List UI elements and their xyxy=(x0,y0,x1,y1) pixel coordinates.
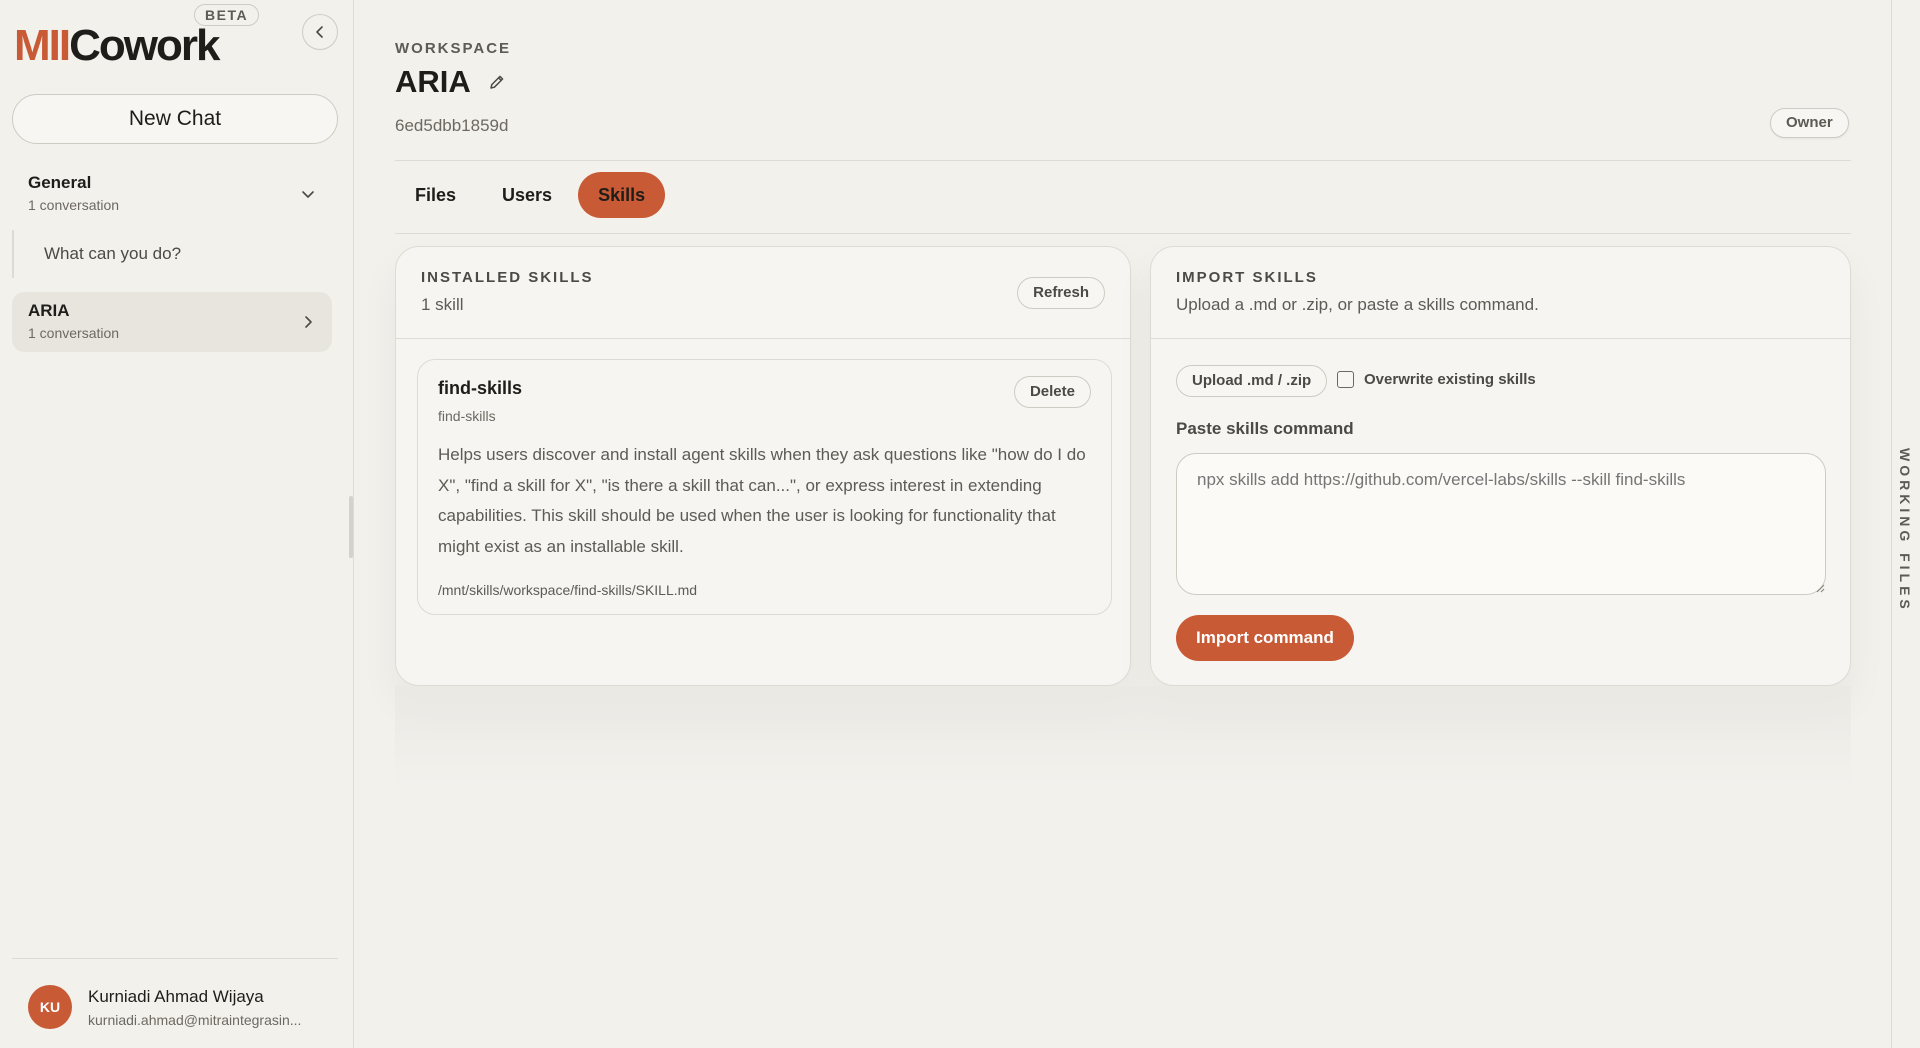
paste-command-label: Paste skills command xyxy=(1176,419,1354,438)
chevron-down-icon xyxy=(302,191,314,198)
group-general[interactable]: General 1 conversation xyxy=(12,164,332,224)
panel-subtitle: Upload a .md or .zip, or paste a skills … xyxy=(1176,295,1539,314)
panel-title: IMPORT SKILLS xyxy=(1176,269,1318,286)
group-subtitle: 1 conversation xyxy=(28,325,120,341)
tab-skills[interactable]: Skills xyxy=(578,172,666,218)
divider xyxy=(395,160,1851,161)
tab-users[interactable]: Users xyxy=(482,172,572,218)
overwrite-checkbox[interactable] xyxy=(1337,371,1354,388)
role-badge: Owner xyxy=(1770,108,1849,138)
group-title: General xyxy=(28,173,92,192)
logo-name: Cowork xyxy=(69,21,220,70)
sidebar-resize-handle[interactable] xyxy=(349,496,353,558)
user-name: Kurniadi Ahmad Wijaya xyxy=(88,987,264,1006)
working-files-rail[interactable]: WORKING FILES xyxy=(1891,0,1920,1048)
overwrite-option[interactable]: Overwrite existing skills xyxy=(1337,371,1536,388)
skill-count: 1 skill xyxy=(421,295,464,314)
installed-skills-panel: INSTALLED SKILLS 1 skill Refresh find-sk… xyxy=(395,246,1131,686)
collapse-sidebar-button[interactable] xyxy=(302,14,338,50)
upload-file-button[interactable]: Upload .md / .zip xyxy=(1176,365,1328,397)
workspace-tabs: Files Users Skills xyxy=(395,172,666,218)
conversation-item[interactable]: What can you do? xyxy=(12,230,332,278)
workspace-label: WORKSPACE xyxy=(395,40,512,57)
divider xyxy=(395,233,1851,234)
panel-shadow xyxy=(395,686,1851,786)
skill-name: find-skills xyxy=(438,378,523,398)
refresh-button[interactable]: Refresh xyxy=(1017,277,1105,309)
group-aria[interactable]: ARIA 1 conversation xyxy=(12,292,332,352)
logo-brand: MII xyxy=(14,21,71,70)
avatar: KU xyxy=(28,985,72,1029)
import-skills-panel: IMPORT SKILLS Upload a .md or .zip, or p… xyxy=(1150,246,1851,686)
panel-header: IMPORT SKILLS Upload a .md or .zip, or p… xyxy=(1151,247,1850,339)
app-logo[interactable]: MIICowork xyxy=(14,21,220,70)
group-title: ARIA xyxy=(28,301,70,320)
panel-title: INSTALLED SKILLS xyxy=(421,269,594,286)
main-content: WORKSPACE ARIA 6ed5dbb1859d Owner Files … xyxy=(355,0,1890,1048)
chevron-right-icon xyxy=(305,316,312,328)
page-title: ARIA xyxy=(395,64,471,99)
skill-card: find-skills find-skills Delete Helps use… xyxy=(417,359,1112,615)
skill-id: find-skills xyxy=(438,408,496,424)
skill-description: Helps users discover and install agent s… xyxy=(438,445,1086,556)
tab-files[interactable]: Files xyxy=(395,172,476,218)
overwrite-label: Overwrite existing skills xyxy=(1364,371,1536,388)
pencil-icon[interactable] xyxy=(487,72,507,92)
group-subtitle: 1 conversation xyxy=(28,197,120,213)
panel-header: INSTALLED SKILLS 1 skill Refresh xyxy=(396,247,1130,339)
sidebar: MIICowork BETA New Chat General 1 conver… xyxy=(0,0,354,1048)
chevron-left-icon xyxy=(316,26,323,38)
user-email: kurniadi.ahmad@mitraintegrasin... xyxy=(88,1012,302,1028)
new-chat-button[interactable]: New Chat xyxy=(12,94,338,144)
working-files-label: WORKING FILES xyxy=(1897,448,1913,613)
command-input[interactable] xyxy=(1176,453,1826,595)
beta-badge: BETA xyxy=(194,4,260,26)
resize-grip-icon[interactable] xyxy=(1815,583,1825,593)
sidebar-divider xyxy=(12,958,338,959)
delete-skill-button[interactable]: Delete xyxy=(1013,376,1091,408)
workspace-id: 6ed5dbb1859d xyxy=(395,116,509,135)
skill-path: /mnt/skills/workspace/find-skills/SKILL.… xyxy=(438,582,698,598)
import-command-button[interactable]: Import command xyxy=(1176,615,1354,661)
